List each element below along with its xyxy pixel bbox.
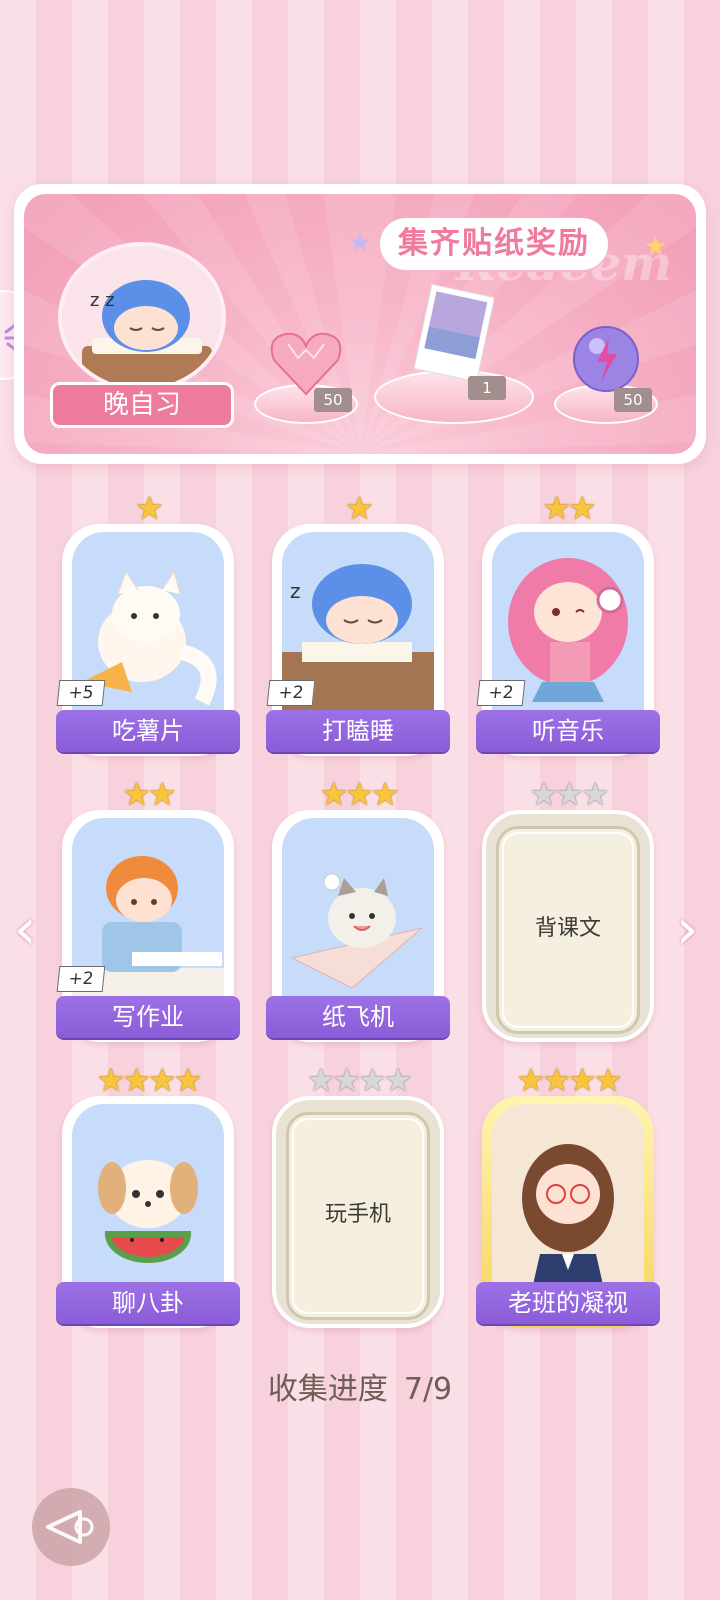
reward-heart[interactable]: 50 [254, 314, 358, 424]
sticker-card[interactable]: 纸飞机 ★★★ [266, 778, 450, 1044]
sticker-name: 写作业 [56, 996, 240, 1038]
photo-card-icon [414, 284, 494, 383]
sticker-name: 纸飞机 [266, 996, 450, 1038]
svg-text:z z: z z [90, 290, 115, 311]
reward-count: 50 [314, 388, 352, 412]
star-icon: ★ [516, 1061, 546, 1099]
sticker-name: 听音乐 [476, 710, 660, 752]
star-rating: ★★★★ [482, 1064, 654, 1096]
set-avatar: z z 晚自习 [50, 242, 234, 428]
sticker-name: 吃薯片 [56, 710, 240, 752]
star-rating: ★ [272, 492, 444, 524]
banner-title: 集齐贴纸奖励 [380, 218, 608, 270]
star-icon: ★ [148, 775, 177, 813]
star-icon: ★ [135, 489, 164, 527]
sticker-card[interactable]: 听音乐 +2 ★★ [476, 492, 660, 758]
set-name-label: 晚自习 [50, 382, 234, 428]
svg-text:z: z [290, 579, 301, 603]
back-button[interactable] [32, 1488, 110, 1566]
sticker-card[interactable]: 背课文 ★★★ [482, 778, 654, 1044]
sticker-art [282, 818, 434, 1012]
star-icon: ★ [348, 228, 372, 258]
sticker-card[interactable]: 玩手机 ★★★★ [272, 1064, 444, 1330]
reward-count: 1 [468, 376, 506, 400]
star-icon: ★ [345, 775, 374, 813]
star-icon: ★ [593, 1061, 623, 1099]
star-rating: ★★★ [272, 778, 444, 810]
reward-banner: Redeem ★ 集齐贴纸奖励 ★ z z 晚自习 [14, 184, 706, 464]
star-icon: ★ [319, 775, 348, 813]
sticker-card[interactable]: 写作业 +2 ★★ [56, 778, 240, 1044]
star-icon: ★ [345, 489, 374, 527]
back-arrow-icon [46, 1510, 94, 1544]
sticker-name: 老班的凝视 [476, 1282, 660, 1324]
sticker-card[interactable]: 吃薯片 +5 ★ [56, 492, 240, 758]
sticker-art [72, 1104, 224, 1298]
star-icon: ★ [370, 775, 400, 813]
star-rating: ★★★★ [272, 1064, 444, 1096]
sticker-name: 玩手机 [324, 1202, 391, 1227]
star-icon: ★ [148, 1061, 177, 1099]
prev-page-arrow[interactable]: ‹ [14, 902, 36, 958]
star-icon: ★ [306, 1061, 336, 1099]
star-icon: ★ [644, 232, 668, 262]
sticker-card[interactable]: z 打瞌睡 +2 ★ [266, 492, 450, 758]
star-icon: ★ [568, 1061, 597, 1099]
star-icon: ★ [332, 1061, 361, 1099]
sticker-card[interactable]: 老班的凝视 ★★★★ [476, 1064, 660, 1330]
sleeping-boy-icon: z z [82, 280, 212, 386]
bonus-badge: +2 [476, 680, 526, 706]
star-rating: ★ [62, 492, 234, 524]
lightning-orb-icon [573, 326, 639, 392]
sticker-name: 打瞌睡 [266, 710, 450, 752]
reward-photo[interactable]: 1 [374, 284, 534, 424]
reward-orb[interactable]: 50 [554, 314, 658, 424]
star-icon: ★ [173, 1061, 203, 1099]
bonus-badge: +5 [56, 680, 106, 706]
progress-label: 收集进度 [267, 1372, 388, 1407]
star-icon: ★ [529, 775, 558, 813]
star-icon: ★ [383, 1061, 413, 1099]
bonus-badge: +2 [56, 966, 106, 992]
star-icon: ★ [542, 489, 571, 527]
sticker-art [492, 1104, 644, 1298]
star-icon: ★ [96, 1061, 126, 1099]
progress-count: 7/9 [403, 1372, 453, 1407]
sticker-card[interactable]: 聊八卦 ★★★★ [56, 1064, 240, 1330]
sticker-name: 聊八卦 [56, 1282, 240, 1324]
star-rating: ★★ [62, 778, 234, 810]
star-icon: ★ [542, 1061, 571, 1099]
star-icon: ★ [568, 489, 597, 527]
star-icon: ★ [358, 1061, 387, 1099]
star-rating: ★★★ [482, 778, 654, 810]
star-icon: ★ [122, 1061, 151, 1099]
star-icon: ★ [555, 775, 584, 813]
star-rating: ★★ [482, 492, 654, 524]
reward-count: 50 [614, 388, 652, 412]
collection-progress: 收集进度 7/9 [0, 1364, 720, 1408]
star-icon: ★ [122, 775, 151, 813]
star-icon: ★ [580, 775, 610, 813]
next-page-arrow[interactable]: › [676, 902, 698, 958]
bonus-badge: +2 [266, 680, 316, 706]
star-rating: ★★★★ [62, 1064, 234, 1096]
sticker-name: 背课文 [534, 916, 601, 941]
